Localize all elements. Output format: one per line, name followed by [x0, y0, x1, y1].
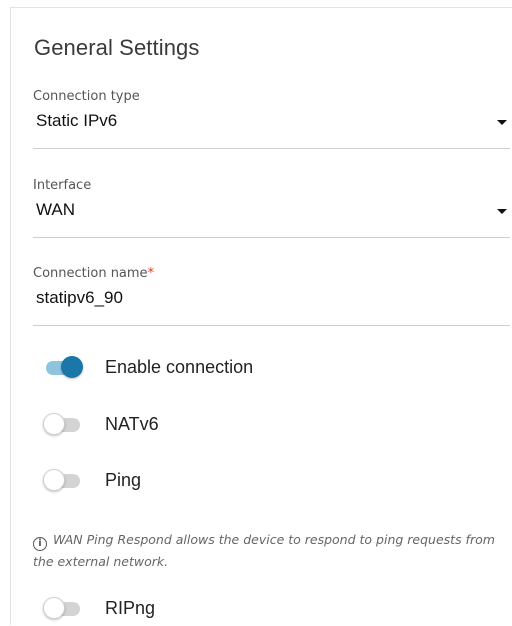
interface-value: WAN [36, 200, 76, 219]
connection-name-label: Connection name* [33, 266, 154, 281]
ping-hint-text: WAN Ping Respond allows the device to re… [33, 532, 495, 569]
natv6-row: NATv6 [33, 410, 503, 442]
chevron-down-icon [497, 209, 507, 214]
ping-hint: i WAN Ping Respond allows the device to r… [33, 529, 512, 573]
connection-name-field[interactable]: Connection name* statipv6_90 [33, 266, 510, 326]
enable-connection-toggle[interactable] [46, 356, 83, 378]
connection-type-value: Static IPv6 [36, 111, 118, 130]
toggle-knob [43, 597, 65, 619]
ping-label: Ping [105, 470, 142, 490]
toggle-knob [61, 356, 83, 378]
info-icon: i [33, 537, 47, 551]
section-title: General Settings [34, 35, 200, 60]
interface-label: Interface [33, 178, 92, 193]
enable-connection-row: Enable connection [33, 353, 503, 385]
enable-connection-label: Enable connection [105, 357, 254, 377]
interface-select[interactable]: Interface WAN [33, 178, 510, 238]
ripng-toggle[interactable] [43, 597, 80, 619]
ping-toggle[interactable] [43, 469, 80, 491]
connection-name-value: statipv6_90 [36, 288, 123, 307]
chevron-down-icon [497, 120, 507, 125]
ripng-label: RIPng [105, 598, 156, 618]
connection-type-select[interactable]: Connection type Static IPv6 [33, 89, 510, 149]
required-mark: * [147, 266, 155, 281]
ripng-row: RIPng [33, 594, 503, 626]
toggle-knob [43, 469, 65, 491]
settings-panel: General Settings Connection type Static … [10, 7, 512, 625]
connection-name-label-text: Connection name [33, 266, 148, 281]
ping-row: Ping [33, 466, 503, 498]
connection-type-label: Connection type [33, 89, 140, 104]
toggle-knob [43, 413, 65, 435]
natv6-label: NATv6 [105, 414, 159, 434]
natv6-toggle[interactable] [43, 413, 80, 435]
